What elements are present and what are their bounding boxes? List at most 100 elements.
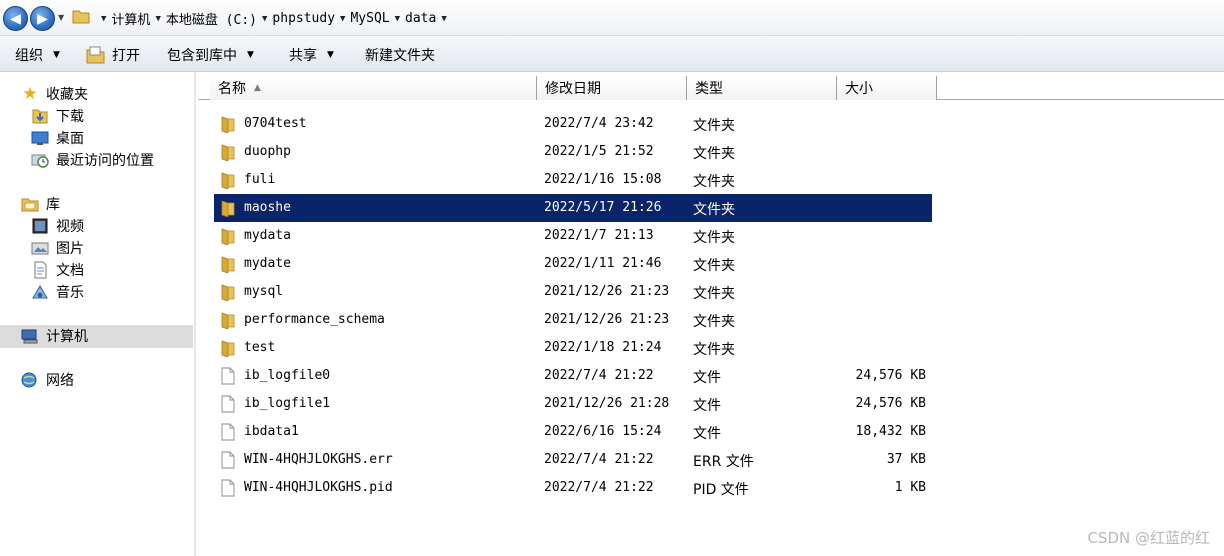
file-icon: [221, 367, 235, 385]
nav-item-recent-places[interactable]: 最近访问的位置: [30, 150, 154, 170]
breadcrumb-mysql[interactable]: MySQL: [350, 11, 389, 26]
file-row[interactable]: WIN-4HQHJLOKGHS.pid 2022/7/4 21:22 PID 文件 1…: [214, 474, 932, 502]
nav-item-label: 最近访问的位置: [56, 153, 154, 169]
folder-icon: [72, 10, 90, 24]
breadcrumb-separator-icon[interactable]: ▼: [441, 14, 446, 24]
organize-menu[interactable]: 组织 ▼: [15, 45, 60, 65]
file-name: WIN-4HQHJLOKGHS.err: [244, 452, 393, 467]
file-icon: [221, 395, 235, 413]
nav-item-label: 桌面: [56, 131, 84, 147]
file-row[interactable]: ibdata1 2022/6/16 15:24 文件 18,432 KB: [214, 418, 932, 446]
include-in-library-menu[interactable]: 包含到库中 ▼: [167, 45, 254, 65]
recent-places-icon: [31, 154, 49, 168]
file-icon: [221, 423, 235, 441]
file-size: 24,576 KB: [855, 368, 926, 383]
nav-item-documents[interactable]: 文档: [30, 260, 84, 280]
folder-icon: [221, 200, 235, 217]
breadcrumb-separator-icon[interactable]: ▼: [262, 14, 267, 24]
file-list: 名称 ▲ 修改日期 类型 大小 0704test 2022/7/4 23:42 文件…: [198, 72, 1224, 556]
file-row[interactable]: mysql 2021/12/26 21:23 文件夹: [214, 278, 932, 306]
open-button[interactable]: 打开: [86, 45, 140, 65]
file-row[interactable]: fuli 2022/1/16 15:08 文件夹: [214, 166, 932, 194]
breadcrumb[interactable]: ▼ 计算机 ▼ 本地磁盘 (C:) ▼ phpstudy ▼ MySQL ▼ d…: [96, 9, 452, 28]
breadcrumb-local-disk[interactable]: 本地磁盘 (C:): [166, 9, 257, 28]
file-row[interactable]: WIN-4HQHJLOKGHS.err 2022/7/4 21:22 ERR 文件 3…: [214, 446, 932, 474]
folder-icon: [221, 172, 235, 189]
organize-label: 组织: [15, 48, 43, 64]
breadcrumb-data[interactable]: data: [405, 11, 436, 26]
nav-computer[interactable]: 计算机: [20, 326, 88, 346]
nav-libraries-label: 库: [46, 197, 60, 213]
dropdown-arrow-icon: ▼: [247, 50, 254, 60]
watermark: CSDN @红蓝的红: [1087, 529, 1210, 547]
file-modified-date: 2021/12/26 21:23: [544, 284, 670, 299]
command-bar: 组织 ▼ 打开 包含到库中 ▼ 共享 ▼ 新建文件夹: [0, 36, 1224, 72]
videos-icon: [32, 218, 48, 234]
folder-icon: [221, 312, 235, 329]
file-row[interactable]: maoshe 2022/5/17 21:26 文件夹: [214, 194, 932, 222]
file-type: 文件夹: [693, 258, 735, 274]
breadcrumb-separator-icon[interactable]: ▼: [395, 14, 400, 24]
column-header-type[interactable]: 类型: [687, 76, 837, 100]
forward-button[interactable]: ▶: [30, 6, 55, 31]
folder-icon: [221, 256, 235, 273]
file-modified-date: 2022/1/18 21:24: [544, 340, 662, 355]
file-modified-date: 2022/1/16 15:08: [544, 172, 662, 187]
file-row[interactable]: test 2022/1/18 21:24 文件夹: [214, 334, 932, 362]
new-folder-button[interactable]: 新建文件夹: [365, 45, 435, 65]
file-modified-date: 2022/1/5 21:52: [544, 144, 654, 159]
nav-item-label: 视频: [56, 219, 84, 235]
nav-item-music[interactable]: 音乐: [30, 282, 84, 302]
pictures-icon: [31, 242, 49, 255]
file-size: 1 KB: [894, 480, 926, 495]
column-header-size[interactable]: 大小: [837, 76, 937, 100]
column-header-modified[interactable]: 修改日期: [537, 76, 687, 100]
nav-item-pictures[interactable]: 图片: [30, 238, 84, 258]
file-row[interactable]: ib_logfile0 2022/7/4 21:22 文件 24,576 KB: [214, 362, 932, 390]
file-type: 文件: [693, 398, 721, 414]
file-name: 0704test: [244, 116, 307, 131]
nav-item-videos[interactable]: 视频: [30, 216, 84, 236]
file-row[interactable]: mydate 2022/1/11 21:46 文件夹: [214, 250, 932, 278]
folder-icon: [221, 228, 235, 245]
breadcrumb-separator-icon[interactable]: ▼: [155, 14, 160, 24]
new-folder-label: 新建文件夹: [365, 48, 435, 64]
share-label: 共享: [289, 48, 317, 64]
file-modified-date: 2022/5/17 21:26: [544, 200, 662, 215]
file-icon: [221, 479, 235, 497]
column-header-row: 名称 ▲ 修改日期 类型 大小: [198, 76, 1224, 100]
file-row[interactable]: ib_logfile1 2021/12/26 21:28 文件 24,576 KB: [214, 390, 932, 418]
breadcrumb-phpstudy[interactable]: phpstudy: [272, 11, 335, 26]
column-header-name[interactable]: 名称 ▲: [210, 76, 537, 100]
file-name: ib_logfile1: [244, 396, 331, 411]
breadcrumb-computer[interactable]: 计算机: [111, 9, 150, 28]
file-type: 文件夹: [693, 314, 735, 330]
file-row[interactable]: performance_schema 2021/12/26 21:23 文件夹: [214, 306, 932, 334]
folder-icon: [221, 284, 235, 301]
nav-item-label: 音乐: [56, 285, 84, 301]
breadcrumb-separator-icon[interactable]: ▼: [101, 14, 106, 24]
history-dropdown-icon[interactable]: ▼: [58, 13, 64, 22]
back-button[interactable]: ◀: [3, 6, 28, 31]
network-icon: [21, 372, 37, 388]
file-row[interactable]: duophp 2022/1/5 21:52 文件夹: [214, 138, 932, 166]
breadcrumb-separator-icon[interactable]: ▼: [340, 14, 345, 24]
nav-network[interactable]: 网络: [20, 370, 74, 390]
folder-icon: [221, 340, 235, 357]
dropdown-arrow-icon: ▼: [53, 50, 60, 60]
file-type: 文件夹: [693, 230, 735, 246]
file-type: 文件夹: [693, 286, 735, 302]
nav-item-desktop[interactable]: 桌面: [30, 128, 84, 148]
nav-libraries[interactable]: 库: [20, 194, 60, 214]
share-menu[interactable]: 共享 ▼: [289, 45, 334, 65]
file-modified-date: 2022/6/16 15:24: [544, 424, 662, 439]
file-name: test: [244, 340, 276, 355]
file-name: mydate: [244, 256, 291, 271]
nav-favorites[interactable]: ★ 收藏夹: [20, 84, 88, 104]
file-modified-date: 2022/7/4 23:42: [544, 116, 654, 131]
file-name: ib_logfile0: [244, 368, 331, 383]
file-type: ERR 文件: [693, 454, 754, 470]
file-row[interactable]: mydata 2022/1/7 21:13 文件夹: [214, 222, 932, 250]
nav-item-downloads[interactable]: 下载: [30, 106, 84, 126]
file-row[interactable]: 0704test 2022/7/4 23:42 文件夹: [214, 110, 932, 138]
